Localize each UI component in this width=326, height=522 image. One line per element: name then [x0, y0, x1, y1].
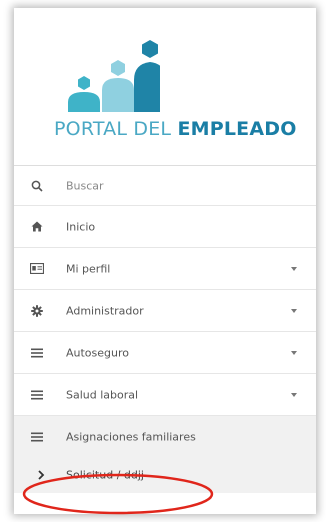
sidebar-item-label: Administrador [66, 304, 144, 317]
sidebar-item-mi-perfil[interactable]: Mi perfil [14, 247, 316, 289]
sidebar-item-label: Asignaciones familiares [66, 430, 196, 443]
submenu-item-solicitud-ddjj[interactable]: Solicitud / ddjj [14, 457, 316, 493]
sidebar-item-label: Inicio [66, 220, 96, 233]
caret-down-icon [291, 392, 297, 397]
screenshot-stage: PORTAL DEL EMPLEADO Buscar Inicio Mi per… [0, 0, 326, 522]
sidebar-item-salud-laboral[interactable]: Salud laboral [14, 373, 316, 415]
sidebar-menu: Buscar Inicio Mi perfil Administrador Au… [14, 165, 316, 493]
home-icon [30, 220, 44, 234]
sidebar-item-label: Salud laboral [66, 388, 139, 401]
sidebar-item-inicio[interactable]: Inicio [14, 205, 316, 247]
sidebar-item-label: Mi perfil [66, 262, 111, 275]
chevron-right-icon [38, 470, 45, 480]
sidebar-panel: PORTAL DEL EMPLEADO Buscar Inicio Mi per… [14, 8, 316, 514]
id-card-icon [30, 262, 44, 276]
sidebar-item-label: Autoseguro [66, 346, 130, 359]
portal-logo[interactable]: PORTAL DEL EMPLEADO [14, 8, 316, 165]
search-field[interactable]: Buscar [14, 165, 316, 205]
bars-icon [30, 346, 44, 360]
portal-title-light: PORTAL DEL [54, 118, 178, 140]
sidebar-item-autoseguro[interactable]: Autoseguro [14, 331, 316, 373]
portal-title: PORTAL DEL EMPLEADO [54, 118, 297, 140]
employees-logo-icon [68, 40, 160, 112]
caret-down-icon [291, 308, 297, 313]
submenu-item-label: Solicitud / ddjj [66, 468, 144, 482]
bars-icon [30, 430, 44, 444]
caret-down-icon [291, 350, 297, 355]
search-icon [30, 179, 44, 193]
gear-icon [30, 304, 44, 318]
portal-title-bold: EMPLEADO [177, 118, 297, 140]
caret-down-icon [291, 266, 297, 271]
sidebar-item-administrador[interactable]: Administrador [14, 289, 316, 331]
search-placeholder: Buscar [66, 179, 104, 192]
sidebar-item-asignaciones-familiares[interactable]: Asignaciones familiares [14, 415, 316, 457]
bars-icon [30, 388, 44, 402]
